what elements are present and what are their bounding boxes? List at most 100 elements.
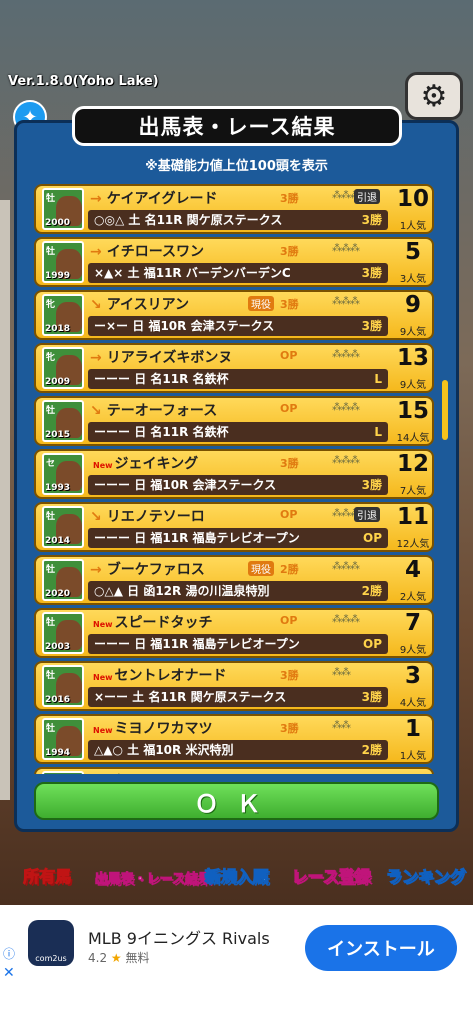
finish-place: 3 bbox=[404, 663, 421, 689]
popularity: 9人気 bbox=[399, 645, 427, 656]
win-class: 2勝 bbox=[280, 563, 299, 576]
race-info: △▲○ 土 福10R 米沢特別 2勝 bbox=[88, 740, 388, 760]
race-day: 日 bbox=[132, 319, 145, 333]
horse-sex: セ bbox=[46, 459, 56, 469]
horse-year: 1999 bbox=[45, 271, 71, 281]
trend-arrow-icon: → bbox=[90, 350, 102, 366]
race-name: 福11R 福島テレビオープン bbox=[150, 531, 300, 545]
home-bar bbox=[0, 990, 473, 1024]
horse-row[interactable]: セ 1993 New ジェイキング 3勝 ⁂⁂⁂ ーーー 日 福10R 会津ステー… bbox=[34, 449, 434, 499]
horse-year: 2016 bbox=[45, 695, 71, 705]
scrollbar[interactable] bbox=[442, 380, 448, 440]
prediction-marks: ーーー bbox=[94, 531, 131, 545]
prediction-marks: ーーー bbox=[94, 425, 131, 439]
menu-ranking[interactable]: ランキング bbox=[378, 830, 473, 905]
horse-row[interactable]: 牝 2009 → リアライズキボンヌ OP ⁂⁂⁂ ーーー 日 名11R 名鉄杯 … bbox=[34, 343, 434, 393]
new-tag: New bbox=[93, 461, 113, 470]
horse-row[interactable]: 牡 2015 ↘ テーオーフォース OP ⁂⁂⁂ ーーー 日 名11R 名鉄杯 L… bbox=[34, 396, 434, 446]
race-name: 名11R 名鉄杯 bbox=[150, 425, 229, 439]
trend-arrow-icon: → bbox=[90, 244, 102, 260]
horse-year: 1994 bbox=[45, 748, 71, 758]
race-name: 福11R 福島テレビオープン bbox=[150, 637, 300, 651]
horse-list[interactable]: 牡 2000 → ケイアイグレード 3勝 ⁂⁂⁂ 引退 ○◎△ 土 名11R 関ケ… bbox=[34, 184, 439, 774]
prediction-marks: ーーー bbox=[94, 478, 131, 492]
race-info: ○△▲ 日 函12R 湯の川温泉特別 2勝 bbox=[88, 581, 388, 601]
win-class: 3勝 bbox=[280, 245, 299, 258]
horse-row[interactable]: 牡 2016 New セントレオナード 3勝 ⁂⁂ ×ーー 土 名11R 関ケ原ス… bbox=[34, 661, 434, 711]
horse-row[interactable]: 牡 1999 → イチロースワン 3勝 ⁂⁂⁂ ×▲× 土 福11R バーデンバー… bbox=[34, 237, 434, 287]
horse-year: 2000 bbox=[45, 218, 71, 228]
trend-arrow-icon: ↘ bbox=[90, 297, 102, 313]
ad-rating: 4.2 ★ 無料 bbox=[88, 951, 150, 965]
ok-button[interactable]: ＯＫ bbox=[34, 782, 439, 820]
race-grade: 3勝 bbox=[361, 213, 382, 227]
prediction-marks: ー×ー bbox=[94, 319, 129, 333]
horse-name: → ケイアイグレード bbox=[90, 191, 218, 207]
gear-icon[interactable]: ⚙ bbox=[405, 72, 463, 120]
popularity: 1人気 bbox=[399, 751, 427, 762]
popularity: 4人気 bbox=[399, 698, 427, 709]
race-name: 函12R 湯の川温泉特別 bbox=[143, 584, 270, 598]
horse-thumbnail: 牝 2018 bbox=[42, 294, 84, 336]
horse-sex: 牡 bbox=[46, 724, 56, 734]
ad-app-icon[interactable]: com2us bbox=[28, 920, 74, 966]
popularity: 12人気 bbox=[396, 539, 430, 550]
clover-icons: ⁂⁂⁂ bbox=[332, 349, 360, 360]
horse-row[interactable]: 牡 →グランシャール bbox=[34, 767, 434, 774]
clover-icons: ⁂⁂⁂ bbox=[332, 402, 360, 413]
horse-row[interactable]: 牝 2018 ↘ アイスリアン 現役 3勝 ⁂⁂⁂ ー×ー 日 福10R 会津ステ… bbox=[34, 290, 434, 340]
clover-icons: ⁂⁂⁂ bbox=[332, 614, 360, 625]
race-grade: 3勝 bbox=[361, 266, 382, 280]
horse-name: →グランシャール bbox=[90, 771, 205, 774]
clover-icons: ⁂⁂⁂ bbox=[332, 455, 360, 466]
race-grade: OP bbox=[363, 637, 382, 651]
version-label: Ver.1.8.0(Yoho Lake) bbox=[8, 74, 159, 89]
race-day: 日 bbox=[134, 478, 147, 492]
finish-place: 7 bbox=[404, 610, 421, 636]
prediction-marks: ーーー bbox=[94, 372, 131, 386]
horse-year: 2018 bbox=[45, 324, 71, 334]
horse-row[interactable]: 牡 2000 → ケイアイグレード 3勝 ⁂⁂⁂ 引退 ○◎△ 土 名11R 関ケ… bbox=[34, 184, 434, 234]
new-tag: New bbox=[93, 726, 113, 735]
horse-name: ↘ リエノテソーロ bbox=[90, 509, 205, 525]
ad-close-icon[interactable]: ✕ bbox=[3, 965, 15, 981]
active-badge: 現役 bbox=[248, 296, 274, 311]
horse-thumbnail: 牡 2000 bbox=[42, 188, 84, 230]
win-class: 3勝 bbox=[280, 298, 299, 311]
horse-row[interactable]: 牡 2020 → ブーケファロス 現役 2勝 ⁂⁂⁂ ○△▲ 日 函12R 湯の川… bbox=[34, 555, 434, 605]
finish-place: 13 bbox=[396, 345, 429, 371]
horse-thumbnail: 牡 2016 bbox=[42, 665, 84, 707]
horse-name: ↘ テーオーフォース bbox=[90, 403, 218, 419]
horse-sex: 牡 bbox=[46, 512, 56, 522]
horse-sex: 牝 bbox=[46, 300, 56, 310]
menu-race-entry[interactable]: レース登録 bbox=[284, 830, 379, 905]
horse-row[interactable]: 牡 2003 New スピードタッチ OP ⁂⁂⁂ ーーー 日 福11R 福島テレ… bbox=[34, 608, 434, 658]
race-name: 名11R 関ケ原ステークス bbox=[144, 213, 283, 227]
ad-banner[interactable]: ⓘ ✕ com2us MLB 9イニングス Rivals 4.2 ★ 無料 イン… bbox=[0, 905, 473, 990]
install-button[interactable]: インストール bbox=[305, 925, 457, 971]
race-grade: 3勝 bbox=[361, 478, 382, 492]
menu-owned-horses[interactable]: 所有馬 bbox=[0, 830, 95, 905]
popularity: 7人気 bbox=[399, 486, 427, 497]
race-info: ーーー 日 福11R 福島テレビオープン OP bbox=[88, 528, 388, 548]
prediction-marks: ×ーー bbox=[94, 690, 129, 704]
horse-thumbnail: 牡 2020 bbox=[42, 559, 84, 601]
win-class: 3勝 bbox=[280, 192, 299, 205]
menu-race-card[interactable]: 出馬表・レース結果 bbox=[94, 830, 211, 905]
ad-title[interactable]: MLB 9イニングス Rivals bbox=[88, 925, 270, 949]
horse-name: New ジェイキング bbox=[93, 456, 199, 472]
popularity: 3人気 bbox=[399, 274, 427, 285]
clover-icons: ⁂⁂⁂ bbox=[332, 561, 360, 572]
race-day: 日 bbox=[134, 372, 147, 386]
horse-row[interactable]: 牡 2014 ↘ リエノテソーロ OP ⁂⁂⁂ 引退 ーーー 日 福11R 福島テ… bbox=[34, 502, 434, 552]
trend-arrow-icon: ↘ bbox=[90, 403, 102, 419]
horse-thumbnail: 牡 2015 bbox=[42, 400, 84, 442]
horse-row[interactable]: 牡 1994 New ミヨノワカマツ 3勝 ⁂⁂ △▲○ 土 福10R 米沢特別 … bbox=[34, 714, 434, 764]
race-day: 日 bbox=[134, 425, 147, 439]
race-day: 土 bbox=[127, 266, 140, 280]
horse-year: 2020 bbox=[45, 589, 71, 599]
ad-info-icon[interactable]: ⓘ bbox=[3, 945, 15, 962]
win-class: 3勝 bbox=[280, 669, 299, 682]
menu-new-stable[interactable]: 新規入厩 bbox=[189, 830, 284, 905]
finish-place: 15 bbox=[396, 398, 429, 424]
